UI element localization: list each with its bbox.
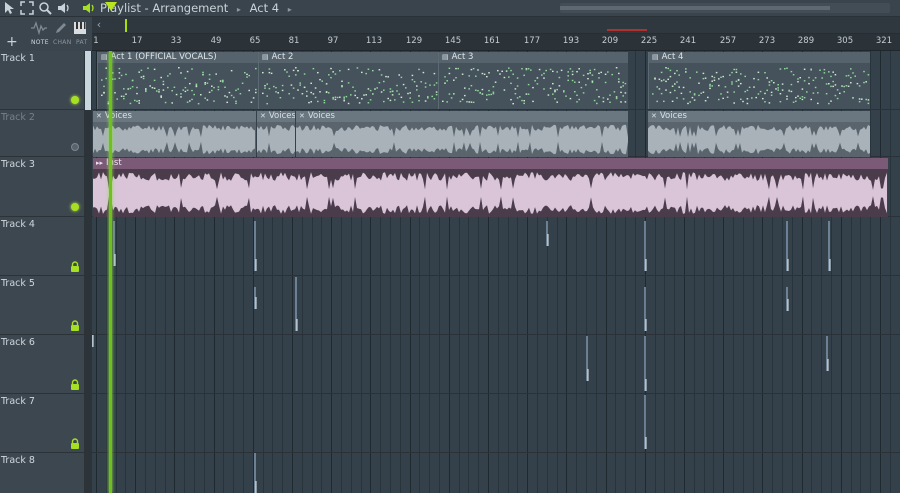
- title-segment-arrangement[interactable]: Arrangement: [152, 1, 228, 15]
- window-title: Playlist - Arrangement ▸ Act 4 ▸: [100, 0, 297, 17]
- breadcrumb-arrow-icon-end: ▸: [287, 5, 292, 14]
- speaker-icon[interactable]: [57, 1, 71, 15]
- track-header-3[interactable]: Track 3: [0, 157, 84, 217]
- ruler-tick-label: 17: [131, 36, 143, 46]
- ruler-tick-label: 113: [365, 36, 383, 46]
- track-headers: Track 1 Track 2 Track 3 Track 4 Track 5 Track…: [0, 51, 84, 493]
- overview-position-marker: [125, 19, 127, 32]
- playlist-titlebar[interactable]: Playlist - Arrangement ▸ Act 4 ▸: [0, 0, 900, 17]
- ruler-tick-label: 97: [327, 36, 339, 46]
- track-name[interactable]: Track 2: [1, 112, 35, 123]
- track-header-5[interactable]: Track 5: [0, 276, 84, 335]
- ruler-tick-label: 321: [875, 36, 893, 46]
- ruler-tick-label: 209: [601, 36, 619, 46]
- lock-icon[interactable]: [70, 438, 80, 449]
- ruler-tick-label: 193: [562, 36, 580, 46]
- chan-mode-label[interactable]: CHAN: [53, 39, 72, 46]
- zoom-icon[interactable]: [38, 1, 52, 15]
- ruler-tick-label: 65: [249, 36, 261, 46]
- track-header-6[interactable]: Track 6: [0, 335, 84, 394]
- waveform-tool-icon[interactable]: [30, 20, 48, 36]
- ruler-tick-label: 305: [836, 36, 854, 46]
- overview-loop-range: [607, 29, 647, 31]
- lock-icon[interactable]: [70, 320, 80, 331]
- ruler-tick-label: 161: [483, 36, 501, 46]
- track-header-2[interactable]: Track 2: [0, 110, 84, 157]
- track-name[interactable]: Track 8: [1, 455, 35, 466]
- horizontal-scrollbar[interactable]: [560, 3, 890, 13]
- song-overview-strip[interactable]: ‹: [92, 17, 900, 34]
- track-name[interactable]: Track 1: [1, 53, 35, 64]
- track-name[interactable]: Track 5: [1, 278, 35, 289]
- ruler-tick-label: 289: [797, 36, 815, 46]
- ruler-tick-label: 257: [719, 36, 737, 46]
- track-header-4[interactable]: Track 4: [0, 217, 84, 276]
- pat-mode-label[interactable]: PAT: [76, 39, 87, 46]
- lock-icon[interactable]: [70, 379, 80, 390]
- ruler-tick-label: 81: [288, 36, 300, 46]
- ruler-tick-label: 1: [93, 36, 99, 46]
- automation-marks: [92, 221, 831, 493]
- breadcrumb-arrow-icon: ▸: [236, 5, 241, 14]
- track-mute-led-icon[interactable]: [71, 143, 79, 151]
- track-name[interactable]: Track 7: [1, 396, 35, 407]
- ruler-tick-label: 273: [758, 36, 776, 46]
- playhead-marker-icon[interactable]: [105, 2, 117, 11]
- fullscreen-icon[interactable]: [20, 1, 34, 15]
- ruler-tick-label: 129: [405, 36, 423, 46]
- add-track-plus-icon[interactable]: +: [6, 35, 18, 49]
- track-name[interactable]: Track 6: [1, 337, 35, 348]
- playlist-grid[interactable]: ▤ Act 1 (OFFICIAL VOCALS) ▤ Act 2 ▤ Act 3 ▤…: [92, 51, 900, 493]
- playlist-speaker-icon[interactable]: [82, 1, 96, 15]
- scroll-left-arrow-icon[interactable]: ‹: [92, 17, 106, 34]
- lock-icon[interactable]: [70, 261, 80, 272]
- selected-track-strip: [85, 51, 91, 110]
- ruler-tick-label: 145: [444, 36, 462, 46]
- track-name[interactable]: Track 3: [1, 159, 35, 170]
- ruler-tick-label: 177: [523, 36, 541, 46]
- title-segment-act[interactable]: Act 4: [250, 1, 279, 15]
- track-mute-led-icon[interactable]: [71, 203, 79, 211]
- ruler-tick-label: 33: [170, 36, 182, 46]
- playhead[interactable]: [109, 51, 112, 493]
- track-mute-led-icon[interactable]: [71, 96, 79, 104]
- title-dash: -: [144, 1, 149, 15]
- track-header-1[interactable]: Track 1: [0, 51, 84, 110]
- ruler-tick-label: 241: [679, 36, 697, 46]
- cursor-icon[interactable]: [2, 1, 16, 15]
- track-name[interactable]: Track 4: [1, 219, 35, 230]
- timeline-ruler[interactable]: 1 17 33 49 65 81 97 113 129 145 161 177 193 209 225 241…: [92, 34, 900, 51]
- ruler-tick-label: 225: [640, 36, 658, 46]
- track-header-divider: [84, 51, 92, 493]
- pencil-tool-icon[interactable]: [54, 20, 68, 34]
- track-header-7[interactable]: Track 7: [0, 394, 84, 453]
- note-mode-label[interactable]: NOTE: [31, 39, 49, 46]
- scrollbar-thumb[interactable]: [560, 6, 830, 10]
- track-header-8[interactable]: Track 8: [0, 453, 84, 493]
- ruler-tick-label: 49: [210, 36, 222, 46]
- fl-studio-playlist: Playlist - Arrangement ▸ Act 4 ▸ NOTE CH…: [0, 0, 900, 493]
- piano-keys-icon[interactable]: [73, 20, 87, 34]
